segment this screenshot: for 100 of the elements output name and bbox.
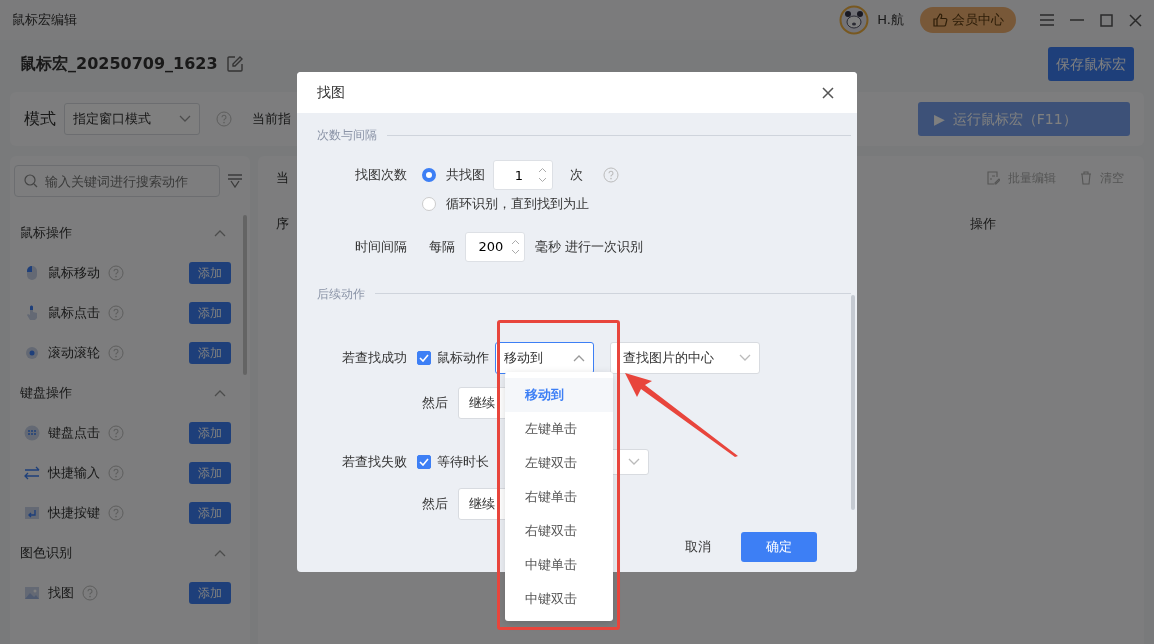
add-button[interactable]: 添加	[189, 502, 231, 524]
dropdown-option[interactable]: 中键双击	[505, 582, 613, 616]
help-icon	[108, 265, 124, 281]
save-button[interactable]: 保存鼠标宏	[1048, 47, 1134, 81]
checkbox[interactable]	[417, 454, 431, 469]
thumbs-up-icon	[932, 12, 948, 28]
avatar-icon	[839, 5, 870, 35]
action-label: 滚动滚轮	[48, 344, 100, 363]
group-title: 鼠标操作	[20, 224, 72, 243]
then-select[interactable]: 继续	[458, 386, 508, 419]
action-label: 快捷输入	[48, 464, 100, 483]
action-label: 快捷按键	[48, 504, 100, 523]
then-label: 然后	[422, 494, 448, 513]
dropdown-option[interactable]: 中键单击	[505, 548, 613, 582]
help-icon	[603, 167, 619, 183]
action-select[interactable]: 移动到	[495, 341, 594, 374]
column-header: 操作	[970, 214, 996, 233]
action-label: 鼠标点击	[48, 304, 100, 323]
keypad-icon	[24, 425, 40, 441]
help-icon	[108, 425, 124, 441]
chevron-up-icon[interactable]	[214, 389, 226, 397]
play-icon: ▶	[934, 108, 945, 130]
group-title: 图色识别	[20, 544, 72, 563]
window-title: 鼠标宏编辑	[12, 11, 77, 30]
option-label: 循环识别，直到找到为止	[446, 195, 589, 213]
action-label: 找图	[48, 584, 74, 603]
chevron-down-icon	[628, 457, 640, 466]
mode-select[interactable]: 指定窗口模式	[64, 103, 200, 135]
help-icon	[108, 465, 124, 481]
interval-field[interactable]: 200	[465, 231, 525, 262]
option-label: 共找图	[446, 166, 485, 185]
checkbox-label: 鼠标动作	[437, 348, 489, 367]
close-icon[interactable]	[1129, 13, 1142, 27]
help-icon	[108, 305, 124, 321]
user-name[interactable]: H.航	[877, 10, 904, 30]
ok-button[interactable]: 确定	[741, 532, 817, 562]
image-icon	[24, 585, 40, 601]
target-select[interactable]: 查找图片的中心	[610, 341, 760, 374]
add-button[interactable]: 添加	[189, 262, 231, 284]
dialog-title: 找图	[317, 83, 345, 102]
edit-icon[interactable]	[225, 55, 244, 73]
help-icon	[108, 505, 124, 521]
dropdown-option[interactable]: 移动到	[505, 378, 613, 412]
dropdown-option[interactable]: 右键单击	[505, 480, 613, 514]
add-button[interactable]: 添加	[189, 462, 231, 484]
then-label: 然后	[422, 393, 448, 412]
group-title: 键盘操作	[20, 384, 72, 403]
mode-label: 模式	[24, 108, 56, 130]
wheel-icon	[24, 345, 40, 361]
field-label: 若查找失败	[341, 452, 407, 471]
radio-button[interactable]	[422, 168, 436, 182]
cancel-button[interactable]: 取消	[679, 536, 717, 558]
chevron-up-icon	[573, 353, 585, 362]
current-target-label: 当前指	[252, 110, 291, 129]
check-icon	[419, 457, 429, 466]
section-title: 次数与间隔	[317, 127, 377, 144]
search-field[interactable]: 输入关键词进行搜索动作	[14, 165, 220, 197]
pointer-icon	[24, 305, 40, 321]
field-label: 时间间隔	[354, 237, 407, 256]
chevron-down-icon	[739, 353, 751, 362]
trash-icon	[1080, 170, 1092, 185]
dropdown-option[interactable]: 右键双击	[505, 514, 613, 548]
count-field[interactable]: 1	[493, 160, 553, 190]
interval-suffix: 毫秒 进行一次识别	[535, 237, 644, 256]
checkbox[interactable]	[417, 350, 431, 365]
add-button[interactable]: 添加	[189, 342, 231, 364]
help-icon	[108, 345, 124, 361]
radio-button[interactable]	[422, 196, 436, 211]
checkbox-label: 等待时长	[437, 452, 489, 471]
current-label: 当	[276, 169, 289, 187]
then-select[interactable]: 继续	[458, 487, 508, 520]
scrollbar[interactable]	[851, 295, 855, 510]
unit-label: 次	[570, 166, 583, 185]
dropdown-option[interactable]: 左键单击	[505, 412, 613, 446]
chevron-up-icon[interactable]	[214, 229, 226, 237]
add-button[interactable]: 添加	[189, 422, 231, 444]
section-title: 后续动作	[317, 285, 365, 303]
macro-name: 鼠标宏_20250709_1623	[20, 53, 218, 75]
field-label: 找图次数	[354, 166, 407, 185]
field-label: 若查找成功	[341, 348, 407, 367]
filter-icon[interactable]	[228, 174, 242, 188]
maximize-icon[interactable]	[1100, 13, 1113, 27]
enter-key-icon	[24, 505, 40, 521]
close-icon[interactable]	[822, 86, 834, 99]
swap-arrows-icon	[24, 465, 40, 481]
spinner-icon[interactable]	[538, 167, 547, 183]
dropdown-option[interactable]: 左键双击	[505, 446, 613, 480]
chevron-up-icon[interactable]	[214, 549, 226, 557]
spinner-icon[interactable]	[511, 238, 520, 255]
add-button[interactable]: 添加	[189, 302, 231, 324]
mouse-icon	[24, 265, 40, 281]
menu-icon[interactable]	[1040, 14, 1054, 26]
help-icon	[82, 585, 98, 601]
add-button[interactable]: 添加	[189, 582, 231, 604]
help-icon	[216, 111, 232, 127]
search-icon	[24, 174, 38, 188]
document-edit-icon	[986, 170, 1000, 185]
member-center-button[interactable]: 会员中心	[920, 7, 1016, 33]
action-label: 键盘点击	[48, 424, 100, 443]
interval-prefix: 每隔	[429, 237, 455, 256]
